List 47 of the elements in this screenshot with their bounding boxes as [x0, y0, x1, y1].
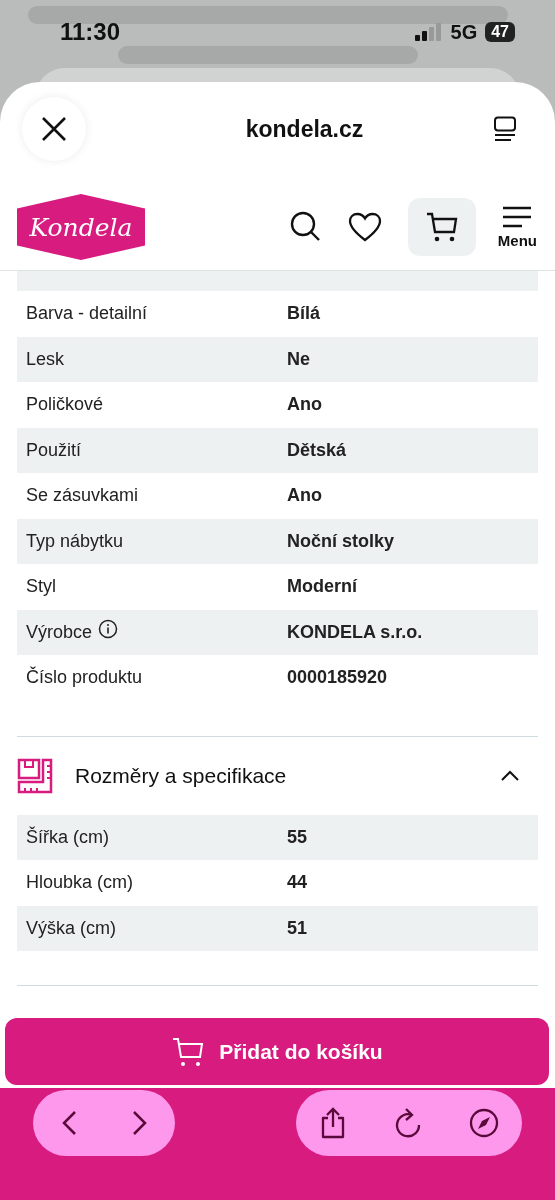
forward-icon[interactable]	[131, 1110, 148, 1136]
parameter-name: Styl	[26, 576, 56, 598]
parameter-value: KONDELA s.r.o.	[287, 621, 423, 643]
collapse-icon[interactable]	[500, 769, 520, 782]
parameter-value: Moderní	[287, 576, 357, 598]
ruler-box-icon	[17, 757, 53, 794]
back-icon[interactable]	[60, 1110, 77, 1136]
battery-level: 47	[485, 22, 515, 42]
parameter-value: Dětská	[287, 439, 347, 461]
parameter-name: Lesk	[26, 348, 65, 370]
network-label: 5G	[450, 20, 478, 44]
parameter-value: Noční stolky	[287, 530, 395, 552]
signal-icon	[414, 23, 443, 41]
cart-button[interactable]	[407, 198, 476, 256]
search-icon[interactable]	[289, 211, 322, 243]
menu-icon[interactable]	[502, 205, 533, 228]
menu-button[interactable]: Menu	[497, 205, 537, 249]
cart-icon[interactable]	[424, 210, 459, 244]
parameter-name: Typ nábytku	[26, 530, 124, 552]
parameter-name: Výrobce	[26, 621, 93, 643]
section-title[interactable]: Rozměry a specifikace	[75, 763, 500, 788]
dimension-name: Šířka (cm)	[26, 826, 109, 848]
close-icon[interactable]	[41, 116, 67, 142]
add-to-cart-button[interactable]: Přidat do košíku	[5, 1018, 549, 1085]
parameter-name: Použití	[26, 439, 82, 461]
status-time: 11:30	[60, 18, 121, 46]
parameter-value: Ne	[287, 348, 310, 370]
dimension-value: 55	[287, 826, 308, 848]
reload-icon[interactable]	[394, 1107, 422, 1139]
parameter-value: 0000185920	[287, 667, 388, 689]
parameter-name: Se zásuvkami	[26, 485, 139, 507]
parameter-name: Poličkové	[26, 394, 104, 416]
site-title: kondela.cz	[245, 115, 364, 143]
brand-logo[interactable]: Kondela	[17, 194, 145, 260]
info-icon[interactable]	[98, 619, 119, 640]
tabs-icon[interactable]	[493, 116, 517, 142]
parameter-name: Číslo produktu	[26, 667, 143, 689]
parameter-value: Ano	[287, 394, 322, 416]
compass-icon[interactable]	[468, 1108, 499, 1138]
heart-icon[interactable]	[347, 212, 382, 242]
dimension-name: Hloubka (cm)	[26, 872, 134, 894]
dimension-name: Výška (cm)	[26, 917, 116, 939]
parameter-name: Barva - detailní	[26, 303, 148, 325]
parameter-value: Ano	[287, 485, 322, 507]
dimension-value: 51	[287, 917, 308, 939]
dimension-value: 44	[287, 872, 308, 894]
parameter-value: Bílá	[287, 303, 320, 325]
